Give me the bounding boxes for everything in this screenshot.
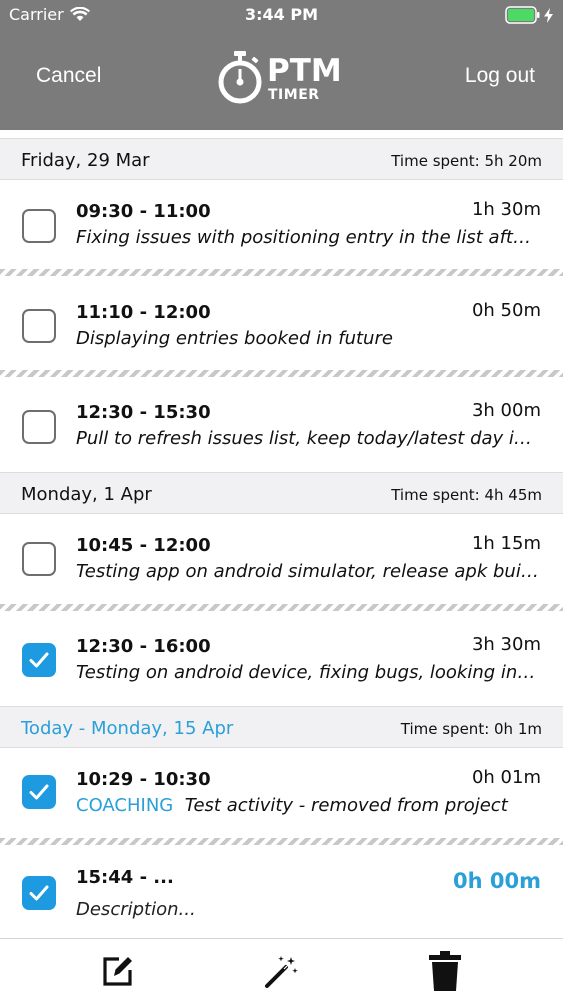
trash-icon [429, 951, 461, 991]
entry-checkbox[interactable] [22, 542, 56, 576]
entry-checkbox[interactable] [22, 876, 56, 910]
logo-text-sub: TIMER [268, 87, 320, 103]
entry-row[interactable]: 10:29 - 10:30 0h 01m COACHING Test activ… [0, 748, 563, 838]
entry-description: Fixing issues with positioning entry in … [76, 227, 542, 248]
entry-description-text: Displaying entries booked in future [76, 328, 393, 349]
entry-checkbox[interactable] [22, 309, 56, 343]
entry-row[interactable]: 09:30 - 11:00 1h 30m Fixing issues with … [0, 180, 563, 269]
checkmark-icon [29, 652, 49, 668]
entry-time-range: 10:45 - 12:00 [76, 535, 211, 556]
entry-duration: 1h 30m [471, 199, 541, 220]
entry-separator [0, 269, 563, 276]
ptm-timer-logo: PTM TIMER [217, 50, 362, 106]
entry-description-text: Test activity - removed from project [184, 795, 508, 816]
entry-description: Testing app on android simulator, releas… [76, 561, 542, 582]
cancel-button[interactable]: Cancel [36, 64, 101, 88]
charging-bolt-icon [544, 7, 553, 23]
entry-time-range: 12:30 - 16:00 [76, 636, 211, 657]
status-bar: Carrier 3:44 PM [0, 0, 563, 30]
entry-duration: 3h 30m [471, 634, 541, 655]
section-date: Monday, 1 Apr [21, 484, 152, 505]
entry-duration-live: 0h 00m [453, 869, 541, 893]
section-header-today: Today - Monday, 15 Apr Time spent: 0h 1m [0, 706, 563, 748]
section-time-spent: Time spent: 0h 1m [400, 720, 542, 738]
logo-text-main: PTM [267, 53, 342, 89]
entry-description-text: Fixing issues with positioning entry in … [76, 227, 542, 248]
project-tag: COACHING [76, 795, 174, 816]
entry-description-text: Testing on android device, fixing bugs, … [76, 662, 542, 683]
entry-row[interactable]: 12:30 - 15:30 3h 00m Pull to refresh iss… [0, 377, 563, 472]
entry-row[interactable]: 11:10 - 12:00 0h 50m Displaying entries … [0, 276, 563, 370]
entry-description: Displaying entries booked in future [76, 328, 542, 349]
logout-button[interactable]: Log out [465, 64, 535, 88]
edit-button[interactable] [98, 951, 138, 991]
entry-duration: 0h 50m [471, 300, 541, 321]
time-entries-list[interactable]: Friday, 29 Mar Time spent: 5h 20m 09:30 … [0, 130, 563, 938]
entry-checkbox[interactable] [22, 775, 56, 809]
entry-description-input[interactable]: Description... [76, 899, 542, 920]
entry-time-range: 15:44 - ... [76, 867, 174, 888]
delete-button[interactable] [424, 948, 466, 994]
section-date: Today - Monday, 15 Apr [21, 718, 234, 739]
top-bar: Carrier 3:44 PM Cancel PTM TIMER Log out [0, 0, 563, 130]
entry-checkbox[interactable] [22, 209, 56, 243]
entry-separator [0, 604, 563, 611]
magic-wand-button[interactable] [262, 951, 302, 991]
entry-duration: 0h 01m [471, 767, 541, 788]
entry-checkbox[interactable] [22, 410, 56, 444]
entry-time-range: 10:29 - 10:30 [76, 769, 211, 790]
entry-description: Testing on android device, fixing bugs, … [76, 662, 542, 683]
entry-row[interactable]: 12:30 - 16:00 3h 30m Testing on android … [0, 611, 563, 706]
entry-duration: 3h 00m [471, 400, 541, 421]
section-date: Friday, 29 Mar [21, 150, 150, 171]
entry-row-running[interactable]: 15:44 - ... 0h 00m Description... [0, 845, 563, 938]
entry-description: Pull to refresh issues list, keep today/… [76, 428, 542, 449]
entry-description-text: Testing app on android simulator, releas… [76, 561, 542, 582]
section-header: Monday, 1 Apr Time spent: 4h 45m [0, 472, 563, 514]
entry-separator [0, 370, 563, 377]
entry-time-range: 12:30 - 15:30 [76, 402, 211, 423]
entry-duration: 1h 15m [471, 533, 541, 554]
entry-time-range: 09:30 - 11:00 [76, 201, 211, 222]
battery-indicator [505, 6, 553, 24]
entry-description-text: Pull to refresh issues list, keep today/… [76, 428, 542, 449]
bottom-toolbar [0, 938, 563, 1000]
entry-time-range: 11:10 - 12:00 [76, 302, 211, 323]
section-time-spent: Time spent: 4h 45m [391, 486, 542, 504]
magic-wand-icon [265, 956, 298, 988]
section-time-spent: Time spent: 5h 20m [391, 152, 542, 170]
entry-separator [0, 838, 563, 845]
status-time: 3:44 PM [244, 5, 318, 24]
checkmark-icon [29, 885, 49, 901]
entry-checkbox[interactable] [22, 643, 56, 677]
checkmark-icon [29, 784, 49, 800]
battery-icon [505, 6, 540, 24]
entry-description-text: Description... [76, 899, 196, 920]
section-header: Friday, 29 Mar Time spent: 5h 20m [0, 138, 563, 180]
stopwatch-icon [218, 51, 262, 104]
entry-description: COACHING Test activity - removed from pr… [76, 795, 542, 816]
edit-icon [103, 957, 132, 986]
entry-row[interactable]: 10:45 - 12:00 1h 15m Testing app on andr… [0, 514, 563, 604]
